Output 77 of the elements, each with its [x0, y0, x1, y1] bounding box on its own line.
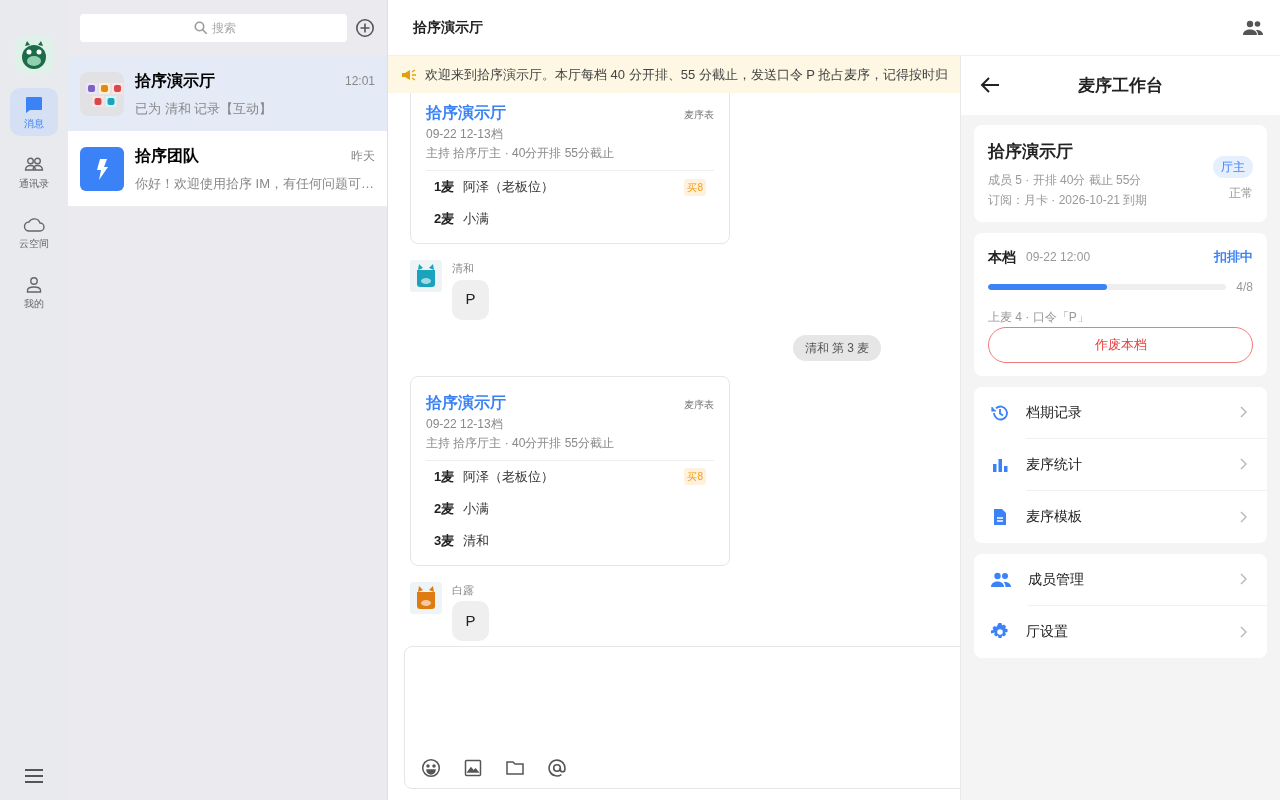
nav-tab[interactable]: 我的: [10, 268, 58, 316]
menu-item[interactable]: 麦序统计: [974, 438, 1267, 491]
conversation-name: 拾序演示厅: [135, 70, 215, 91]
session-info: 上麦 4 · 口令「P」: [988, 308, 1090, 326]
chat-title: 拾序演示厅: [413, 18, 483, 37]
search-field[interactable]: 搜索: [80, 14, 347, 42]
emoji-icon[interactable]: [421, 758, 441, 778]
mic-member: 清和: [463, 531, 490, 550]
message-bubble: P: [452, 279, 489, 320]
hall-info: 订阅：月卡 · 2026-10-21 到期: [988, 191, 1148, 209]
sender-name: 白露: [452, 582, 475, 598]
chevron-right-icon: [1239, 406, 1247, 418]
card-tag: 麦序表: [684, 396, 714, 412]
session-label: 本档: [988, 247, 1016, 267]
monster-avatar-icon: [410, 260, 442, 292]
lightning-avatar-icon: [80, 146, 124, 191]
session-status: 扣排中: [1214, 248, 1253, 267]
conversation-time: 昨天: [351, 147, 375, 165]
mic-position: 2麦: [434, 499, 456, 518]
mic-position: 3麦: [434, 531, 456, 550]
conversation-time: 12:01: [344, 72, 375, 90]
conversation-name: 拾序团队: [135, 145, 199, 166]
conversation-item[interactable]: 拾序演示厅 12:01 已为 清和 记录【互动】: [68, 56, 387, 131]
image-icon[interactable]: [463, 758, 483, 778]
group-avatar-icon: [80, 71, 124, 116]
menu-icon[interactable]: [24, 768, 44, 784]
mic-member: 小满: [463, 499, 490, 518]
back-icon[interactable]: [980, 76, 1000, 94]
chevron-right-icon: [1239, 458, 1247, 470]
nav-tab[interactable]: 云空间: [10, 208, 58, 256]
person-icon: [24, 274, 44, 295]
progress-count: 4/8: [1236, 278, 1253, 296]
chevron-right-icon: [1239, 625, 1247, 638]
card-meta: 主持 拾序厅主 · 40分开排 55分截止: [426, 144, 714, 171]
role-tag: 厅主: [1213, 156, 1253, 179]
message-bubble: P: [452, 601, 489, 641]
mic-position: 2麦: [434, 210, 456, 229]
nav-tab[interactable]: 通讯录: [10, 148, 58, 196]
chat-bubble-icon: [24, 94, 44, 115]
mention-icon[interactable]: [547, 758, 567, 778]
app-logo-icon: [15, 36, 53, 74]
mic-member: 小满: [463, 210, 490, 229]
card-meta: 主持 拾序厅主 · 40分开排 55分截止: [426, 433, 714, 461]
menu-item[interactable]: 成员管理: [974, 553, 1267, 606]
mic-position: 1麦: [434, 178, 456, 197]
hall-status: 正常: [1229, 185, 1253, 203]
system-notice: 清和 第 3 麦: [792, 334, 882, 361]
chevron-right-icon: [1239, 510, 1247, 523]
conversation-preview: 你好！欢迎使用拾序 IM，有任何问题可…: [135, 174, 375, 193]
card-title: 拾序演示厅: [426, 103, 506, 123]
conversation-item[interactable]: 拾序团队 昨天 你好！欢迎使用拾序 IM，有任何问题可…: [68, 131, 387, 206]
card-date: 09-22 12-13档: [426, 415, 504, 433]
gift-tag: 买8: [684, 178, 706, 196]
menu-item[interactable]: 厅设置: [974, 605, 1267, 658]
panel-title: 麦序工作台: [1078, 74, 1163, 97]
gift-tag: 买8: [684, 468, 706, 485]
card-tag: 麦序表: [684, 107, 714, 122]
notice-text: 欢迎来到拾序演示厅。本厅每档 40 分开排、55 分截止，发送口令 P 抢占麦序，记得按时归: [425, 65, 949, 84]
mic-member: 阿泽（老板位）: [463, 178, 555, 197]
add-icon[interactable]: [355, 18, 375, 38]
search-icon: [194, 21, 208, 35]
monster-avatar-icon: [410, 581, 442, 614]
folder-icon[interactable]: [505, 758, 525, 778]
chevron-right-icon: [1239, 573, 1247, 585]
hall-info: 成员 5 · 开排 40分 截止 55分: [988, 171, 1143, 189]
session-date: 09-22 12:00: [1026, 249, 1092, 266]
megaphone-icon: [401, 67, 417, 82]
mic-member: 阿泽（老板位）: [463, 467, 555, 486]
members-icon[interactable]: [1242, 19, 1264, 36]
hall-name: 拾序演示厅: [988, 141, 1074, 163]
sender-name: 清和: [452, 261, 475, 276]
mic-position: 1麦: [434, 467, 456, 486]
conversation-preview: 已为 清和 记录【互动】: [135, 99, 274, 118]
card-date: 09-22 12-13档: [426, 126, 504, 143]
card-title: 拾序演示厅: [426, 392, 506, 413]
menu-item[interactable]: 档期记录: [974, 386, 1267, 439]
menu-item[interactable]: 麦序模板: [974, 490, 1267, 543]
